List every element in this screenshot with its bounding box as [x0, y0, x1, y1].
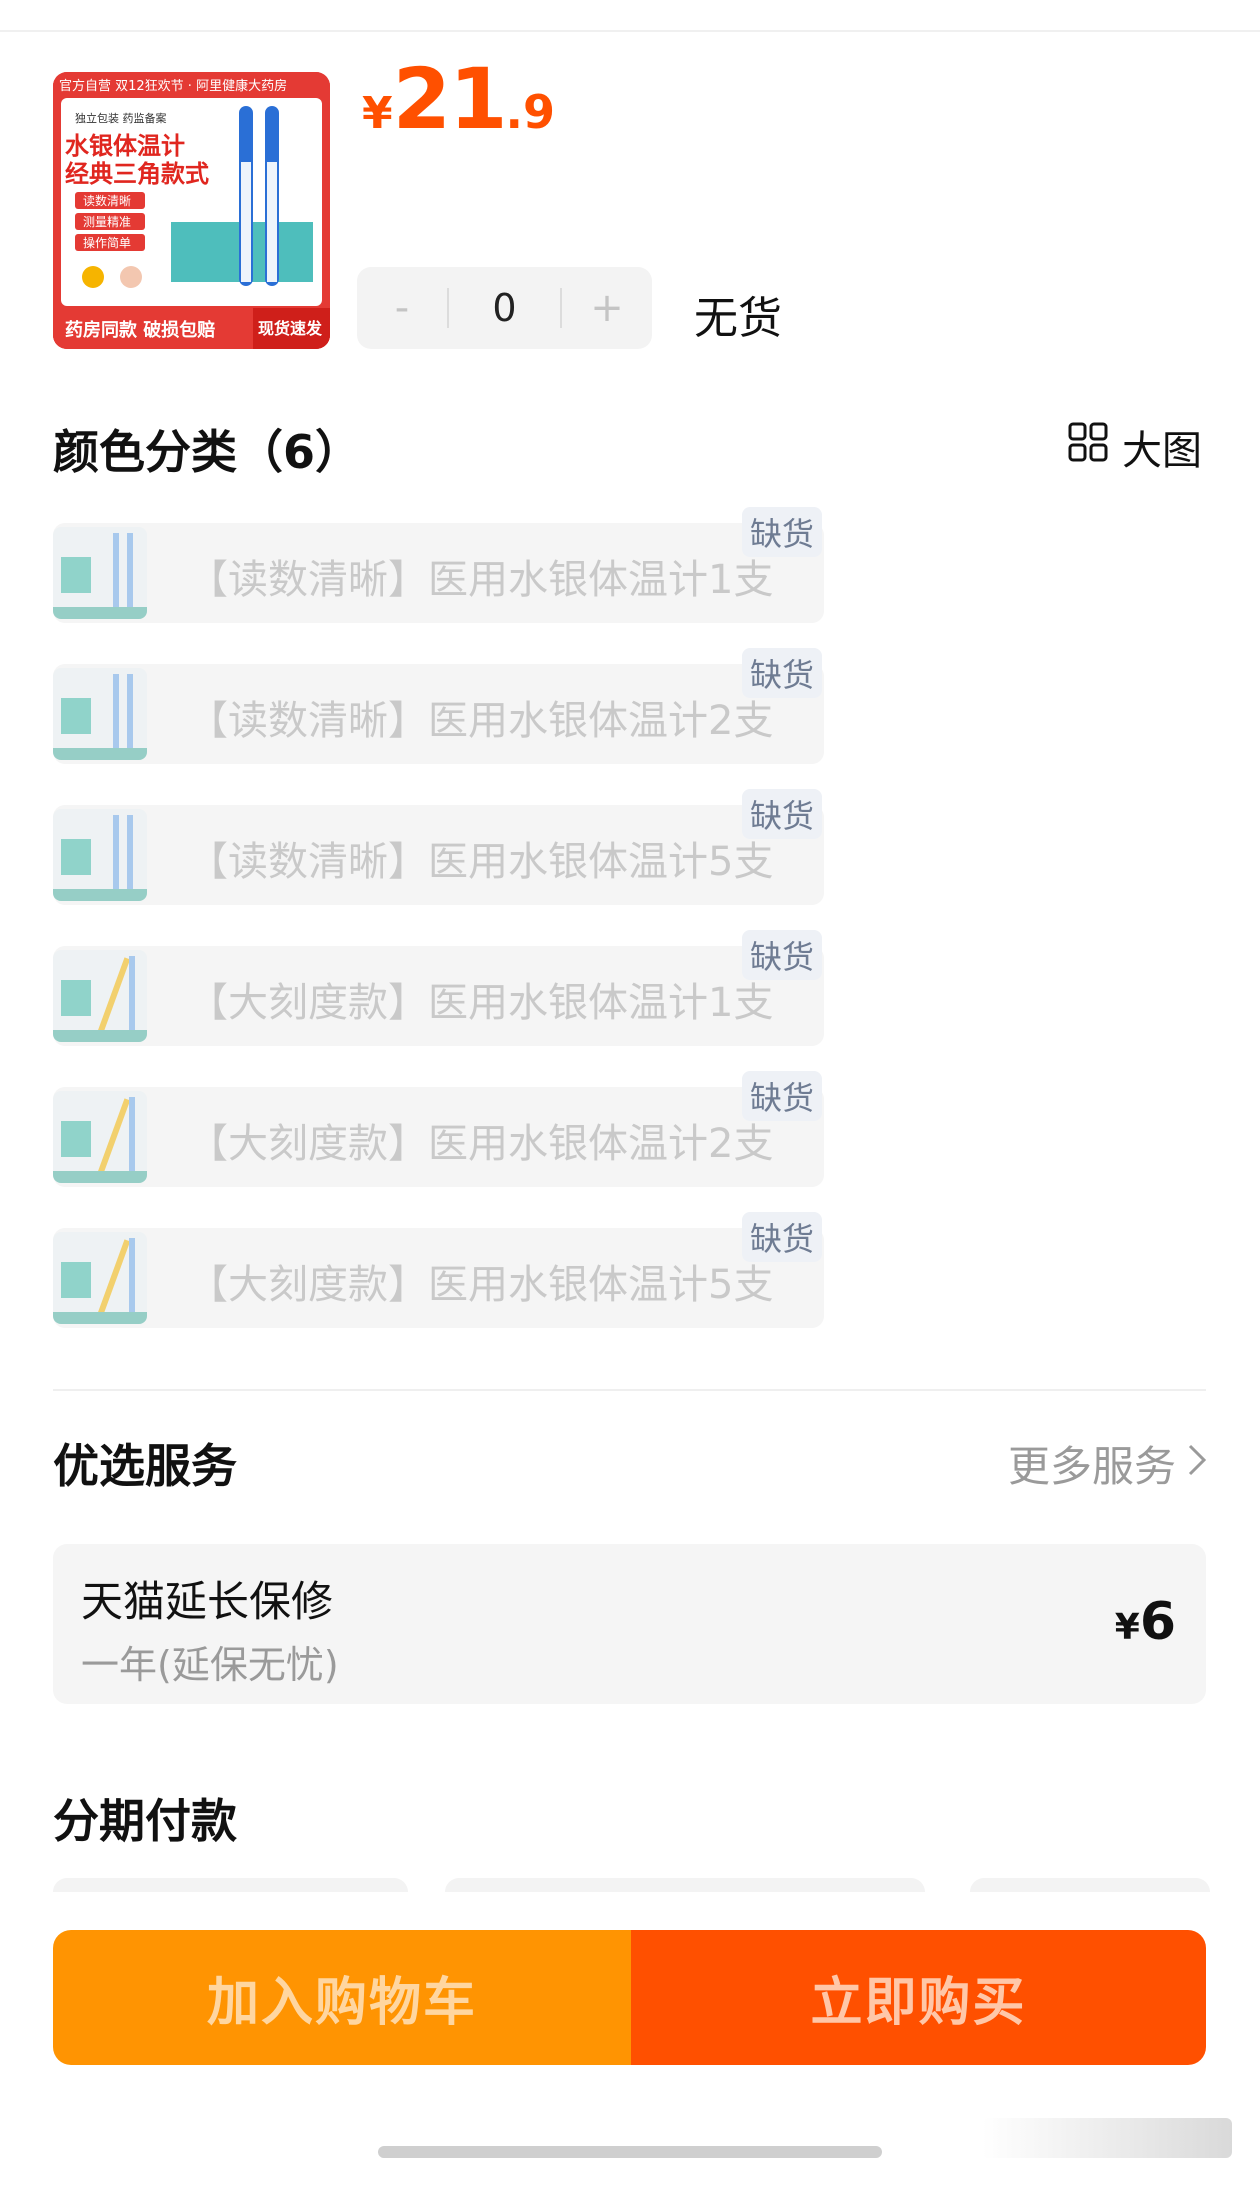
service-extended-warranty[interactable]: 天猫延长保修 一年(延保无忧) ¥6: [53, 1544, 1206, 1704]
thumb-title-2: 经典三角款式: [65, 160, 209, 188]
thumb-feature: 操作简单: [83, 235, 131, 250]
quantity-stepper: - 0 +: [357, 267, 652, 349]
large-view-label: 大图: [1122, 428, 1202, 474]
installments-title: 分期付款: [53, 1794, 237, 1848]
variant-option[interactable]: 【大刻度款】医用水银体温计5支 缺货: [53, 1212, 824, 1328]
thumb-top-banner: 官方自营 双12狂欢节 · 阿里健康大药房: [59, 78, 287, 94]
watermark-corner: [982, 2118, 1232, 2158]
price-integer: 21: [392, 50, 508, 148]
home-indicator[interactable]: [378, 2146, 882, 2158]
variants-title: 颜色分类（6）: [53, 425, 362, 479]
service-price: ¥6: [1115, 1592, 1176, 1652]
out-of-stock-badge: 缺货: [741, 507, 822, 557]
thumb-feature: 读数清晰: [83, 193, 131, 208]
variant-thumbnail: [53, 950, 147, 1042]
installment-option[interactable]: [53, 1878, 408, 1892]
buy-now-button[interactable]: 立即购买: [631, 1930, 1206, 2065]
out-of-stock-badge: 缺货: [741, 648, 822, 698]
service-price-currency: ¥: [1114, 1607, 1140, 1648]
top-divider: [0, 30, 1260, 32]
variant-option[interactable]: 【大刻度款】医用水银体温计2支 缺货: [53, 1071, 824, 1187]
variant-thumbnail: [53, 527, 147, 619]
increase-button[interactable]: +: [562, 285, 652, 331]
variant-label: 【大刻度款】医用水银体温计5支: [188, 1262, 774, 1308]
price-currency: ¥: [362, 88, 393, 139]
variant-thumbnail: [53, 668, 147, 760]
variant-label: 【读数清晰】医用水银体温计5支: [188, 839, 774, 885]
variant-thumbnail: [53, 809, 147, 901]
out-of-stock-badge: 缺货: [741, 1212, 822, 1262]
variant-option[interactable]: 【读数清晰】医用水银体温计1支 缺货: [53, 507, 824, 623]
variant-label: 【大刻度款】医用水银体温计1支: [188, 980, 774, 1026]
more-services-label: 更多服务: [1007, 1442, 1176, 1491]
installment-option[interactable]: [970, 1878, 1210, 1892]
chevron-right-icon: [1186, 1439, 1208, 1488]
installment-option[interactable]: [445, 1878, 925, 1892]
service-name: 天猫延长保修: [81, 1577, 334, 1626]
add-to-cart-button[interactable]: 加入购物车: [53, 1930, 631, 2065]
thumb-title-1: 水银体温计: [65, 132, 185, 160]
thumb-tags: 独立包装 药监备案: [75, 111, 167, 125]
out-of-stock-badge: 缺货: [741, 1071, 822, 1121]
quantity-input[interactable]: 0: [449, 286, 560, 330]
variant-label: 【大刻度款】医用水银体温计2支: [188, 1121, 774, 1167]
out-of-stock-badge: 缺货: [741, 930, 822, 980]
variant-label: 【读数清晰】医用水银体温计1支: [188, 557, 774, 603]
service-description: 一年(延保无忧): [81, 1643, 339, 1687]
variant-option[interactable]: 【读数清晰】医用水银体温计5支 缺货: [53, 789, 824, 905]
decrease-button[interactable]: -: [357, 285, 447, 331]
variant-thumbnail: [53, 1232, 147, 1324]
out-of-stock-badge: 缺货: [741, 789, 822, 839]
grid-icon: [1068, 422, 1108, 472]
product-thumbnail[interactable]: 官方自营 双12狂欢节 · 阿里健康大药房 独立包装 药监备案 水银体温计 经典…: [53, 72, 330, 349]
variant-thumbnail: [53, 1091, 147, 1183]
services-title: 优选服务: [53, 1439, 237, 1493]
thumb-feature: 测量精准: [83, 215, 131, 229]
section-divider: [53, 1389, 1206, 1391]
service-price-value: 6: [1139, 1592, 1176, 1652]
thumb-footer-badge: 现货速发: [258, 319, 323, 338]
more-services-link[interactable]: 更多服务: [1008, 1433, 1208, 1494]
variant-option[interactable]: 【读数清晰】医用水银体温计2支 缺货: [53, 648, 824, 764]
large-view-toggle[interactable]: 大图: [1068, 418, 1202, 476]
variant-option[interactable]: 【大刻度款】医用水银体温计1支 缺货: [53, 930, 824, 1046]
variant-label: 【读数清晰】医用水银体温计2支: [188, 698, 774, 744]
thumb-footer: 药房同款 破损包赔: [65, 319, 215, 341]
stock-status: 无货: [694, 293, 782, 344]
product-price: ¥21.9: [362, 50, 555, 148]
price-decimal: .9: [505, 85, 556, 139]
